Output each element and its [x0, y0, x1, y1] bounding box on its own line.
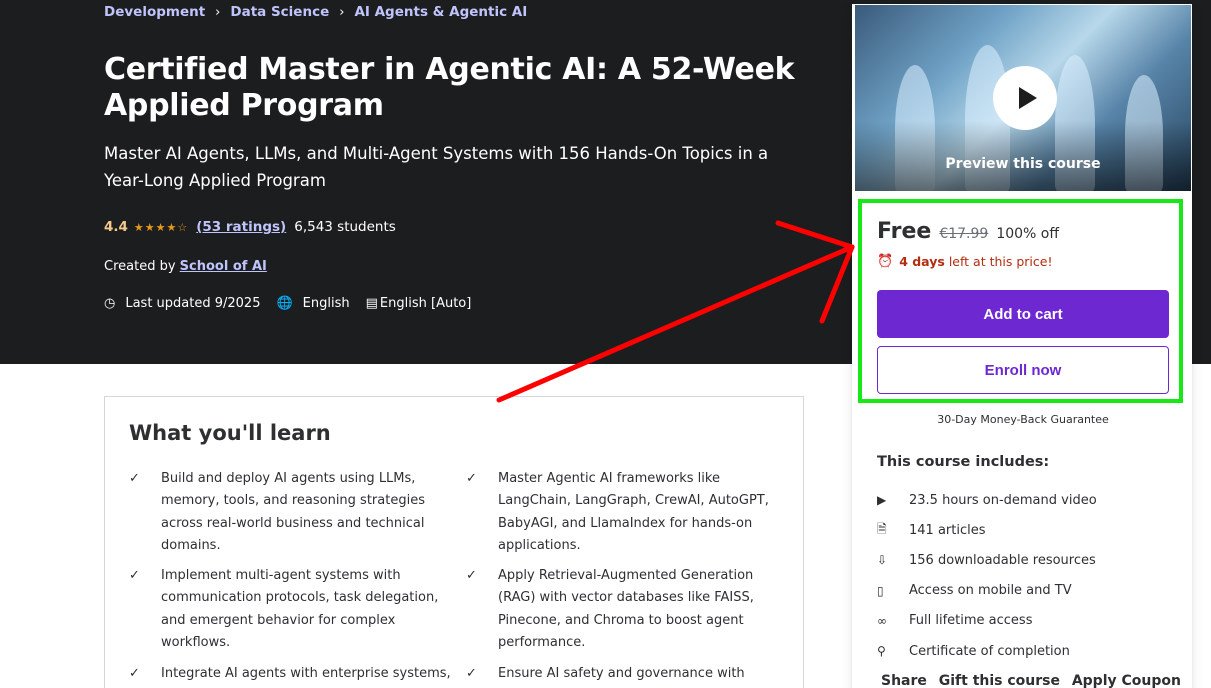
play-icon — [1018, 87, 1037, 109]
money-back-guarantee: 30-Day Money-Back Guarantee — [937, 413, 1109, 426]
course-title: Certified Master in Agentic AI: A 52-Wee… — [104, 52, 795, 123]
download-icon: ⇩ — [877, 553, 888, 568]
includes-list: ▶ 23.5 hours on-demand video 🗎 141 article… — [877, 485, 1097, 666]
learn-item: ✓ Implement multi-agent systems with com… — [129, 565, 451, 655]
include-item: ∞ Full lifetime access — [877, 613, 1033, 629]
breadcrumb: Development › Data Science › AI Agents &… — [104, 4, 527, 20]
course-captions: English [Auto] — [379, 296, 472, 311]
learn-item: ✓ Apply Retrieval-Augmented Generation (… — [466, 565, 788, 655]
rating-row: 4.4 ★★★★☆ (53 ratings) 6,543 students — [104, 219, 396, 235]
learn-item: ✓ Ensure AI safety and governance with — [466, 663, 788, 685]
trophy-icon: ⚲ — [877, 644, 886, 659]
rating-value: 4.4 — [104, 219, 128, 235]
gift-course-button[interactable]: Gift this course — [939, 673, 1060, 688]
chevron-right-icon: › — [339, 4, 345, 20]
video-icon: ▶ — [877, 493, 887, 508]
learn-item: ✓ Integrate AI agents with enterprise sy… — [129, 663, 451, 685]
course-meta: ◷ Last updated 9/2025 🌐 English ▤ Englis… — [104, 296, 487, 311]
check-icon: ✓ — [129, 666, 140, 681]
what-youll-learn: What you'll learn ✓ Build and deploy AI … — [104, 396, 804, 688]
what-youll-learn-title: What you'll learn — [129, 421, 331, 445]
breadcrumb-data-science[interactable]: Data Science — [230, 4, 329, 20]
highlight-annotation-box — [858, 199, 1183, 403]
include-item: 🗎 141 articles — [877, 515, 1097, 545]
ratings-count-link[interactable]: (53 ratings) — [196, 219, 286, 235]
breadcrumb-development[interactable]: Development — [104, 4, 205, 20]
star-rating-icon: ★★★★☆ — [133, 220, 189, 234]
alert-clock-icon: ◷ — [104, 296, 116, 311]
created-by: Created by School of AI — [104, 259, 267, 274]
course-preview[interactable]: Preview this course — [855, 5, 1191, 191]
check-icon: ✓ — [466, 666, 477, 681]
globe-icon: 🌐 — [276, 296, 293, 311]
includes-title: This course includes: — [877, 454, 1050, 470]
card-actions: Share Gift this course Apply Coupon — [881, 673, 1181, 688]
students-count: 6,543 students — [294, 219, 396, 235]
course-subtitle: Master AI Agents, LLMs, and Multi-Agent … — [104, 144, 769, 190]
instructor-link[interactable]: School of AI — [180, 259, 267, 274]
breadcrumb-ai-agents[interactable]: AI Agents & Agentic AI — [354, 4, 527, 20]
infinity-icon: ∞ — [877, 613, 887, 628]
course-language: English — [302, 296, 350, 311]
learn-item: ✓ Build and deploy AI agents using LLMs,… — [129, 468, 451, 558]
chevron-right-icon: › — [215, 4, 221, 20]
article-icon: 🗎 — [877, 521, 887, 536]
check-icon: ✓ — [129, 471, 140, 486]
preview-label: Preview this course — [945, 156, 1101, 172]
include-item: ⚲ Certificate of completion — [877, 643, 1070, 659]
captions-icon: ▤ — [365, 296, 378, 311]
check-icon: ✓ — [466, 471, 477, 486]
apply-coupon-button[interactable]: Apply Coupon — [1072, 673, 1181, 688]
include-item: ▯ Access on mobile and TV — [877, 583, 1072, 599]
check-icon: ✓ — [466, 568, 477, 583]
include-item: ⇩ 156 downloadable resources — [877, 552, 1096, 568]
share-button[interactable]: Share — [881, 673, 927, 688]
include-item: ▶ 23.5 hours on-demand video — [877, 492, 1097, 508]
last-updated: Last updated 9/2025 — [125, 296, 261, 311]
mobile-icon: ▯ — [877, 583, 884, 598]
learn-item: ✓ Master Agentic AI frameworks like Lang… — [466, 468, 788, 558]
created-by-label: Created by — [104, 259, 176, 274]
check-icon: ✓ — [129, 568, 140, 583]
play-button[interactable] — [993, 66, 1057, 130]
